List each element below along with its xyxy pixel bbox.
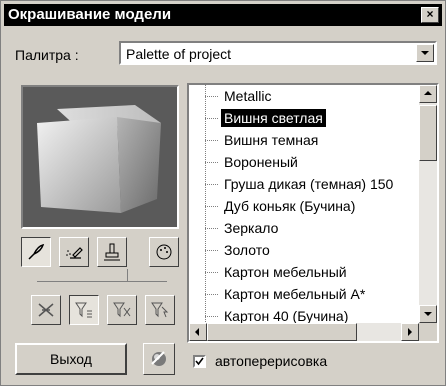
tool-connector <box>127 269 128 281</box>
list-item-label: Вишня темная <box>224 132 319 148</box>
list-item-label: Груша дикая (темная) 150 <box>224 176 394 192</box>
list-item[interactable]: Metallic <box>189 85 417 108</box>
material-list-items: Metallic Вишня светлая Вишня темная Воро… <box>189 85 417 323</box>
stamp-icon <box>104 243 120 261</box>
list-item[interactable]: Вишня темная <box>189 129 417 152</box>
palette-select[interactable]: Palette of project <box>119 41 437 65</box>
chevron-down-icon <box>421 51 429 55</box>
material-list[interactable]: Metallic Вишня светлая Вишня темная Воро… <box>187 83 439 343</box>
arrow-left-icon <box>195 328 199 336</box>
list-item-label: Золото <box>224 242 270 258</box>
list-item-label: Вишня светлая <box>221 109 326 127</box>
list-item[interactable]: Картон мебельный <box>189 261 417 284</box>
list-item[interactable]: Золото <box>189 239 417 262</box>
vertical-scroll-thumb[interactable] <box>419 105 437 161</box>
arrow-up-icon <box>424 91 432 95</box>
list-item[interactable]: Картон мебельный А* <box>189 283 417 306</box>
horizontal-scroll-thumb[interactable] <box>207 323 357 341</box>
window-title: Окрашивание модели <box>8 6 172 23</box>
list-item[interactable]: Картон 40 (Бучина) <box>189 305 417 323</box>
material-preview <box>21 85 179 229</box>
auto-redraw-label: автоперерисовка <box>215 353 328 369</box>
close-icon: × <box>426 7 434 21</box>
list-item[interactable]: Вороненый <box>189 151 417 174</box>
close-button[interactable]: × <box>421 7 439 23</box>
stamp-tool-button[interactable] <box>97 237 127 267</box>
scroll-down-button[interactable] <box>419 305 437 323</box>
material-button[interactable] <box>143 343 175 375</box>
list-item-label: Картон мебельный А* <box>224 286 366 302</box>
scroll-right-button[interactable] <box>401 323 419 341</box>
list-item-label: Дуб коньяк (Бучина) <box>224 198 356 214</box>
palette-dropdown-button[interactable] <box>416 44 434 62</box>
filter-select-icon <box>151 302 169 318</box>
list-item-label: Вороненый <box>224 154 298 170</box>
filter-button[interactable] <box>107 295 137 325</box>
filter-icon <box>113 302 131 318</box>
horizontal-scrollbar[interactable] <box>189 323 419 341</box>
filter-list-icon <box>75 302 92 318</box>
spray-tool-button[interactable] <box>59 237 89 267</box>
arrow-down-icon <box>424 312 432 316</box>
brush-tool-button[interactable] <box>21 237 51 267</box>
filter-all-button[interactable] <box>31 295 61 325</box>
spray-icon <box>66 247 83 259</box>
list-item-label: Зеркало <box>224 220 279 236</box>
palette-label: Палитра : <box>15 47 79 63</box>
tool-connector <box>37 281 167 282</box>
palette-tool-button[interactable] <box>149 237 179 267</box>
paint-model-dialog: Окрашивание модели × Палитра : Palette o… <box>0 0 446 386</box>
list-item-label: Картон 40 (Бучина) <box>224 308 349 323</box>
title-bar[interactable]: Окрашивание модели × <box>4 4 442 26</box>
list-item[interactable]: Зеркало <box>189 217 417 240</box>
exit-button[interactable]: Выход <box>15 343 127 375</box>
exit-button-label: Выход <box>50 351 92 367</box>
scroll-left-button[interactable] <box>189 323 207 341</box>
filter-list-button[interactable] <box>69 295 99 325</box>
palette-icon <box>156 244 172 260</box>
list-item-label: Metallic <box>224 88 272 104</box>
checkmark-icon <box>195 357 204 366</box>
scrollbar-corner <box>419 323 437 341</box>
auto-redraw-checkbox[interactable] <box>193 355 206 368</box>
brush-icon <box>28 244 45 260</box>
list-item-label: Картон мебельный <box>224 264 347 280</box>
filter-all-icon <box>38 303 54 317</box>
cube-preview-image <box>37 105 161 213</box>
list-item[interactable]: Дуб коньяк (Бучина) <box>189 195 417 218</box>
material-icon <box>151 351 166 366</box>
palette-select-value: Palette of project <box>126 46 232 62</box>
list-item[interactable]: Груша дикая (темная) 150 <box>189 173 417 196</box>
list-item-selected[interactable]: Вишня светлая <box>189 107 417 130</box>
scroll-up-button[interactable] <box>419 85 437 103</box>
filter-select-button[interactable] <box>145 295 175 325</box>
vertical-scrollbar[interactable] <box>419 85 437 323</box>
arrow-right-icon <box>408 328 412 336</box>
